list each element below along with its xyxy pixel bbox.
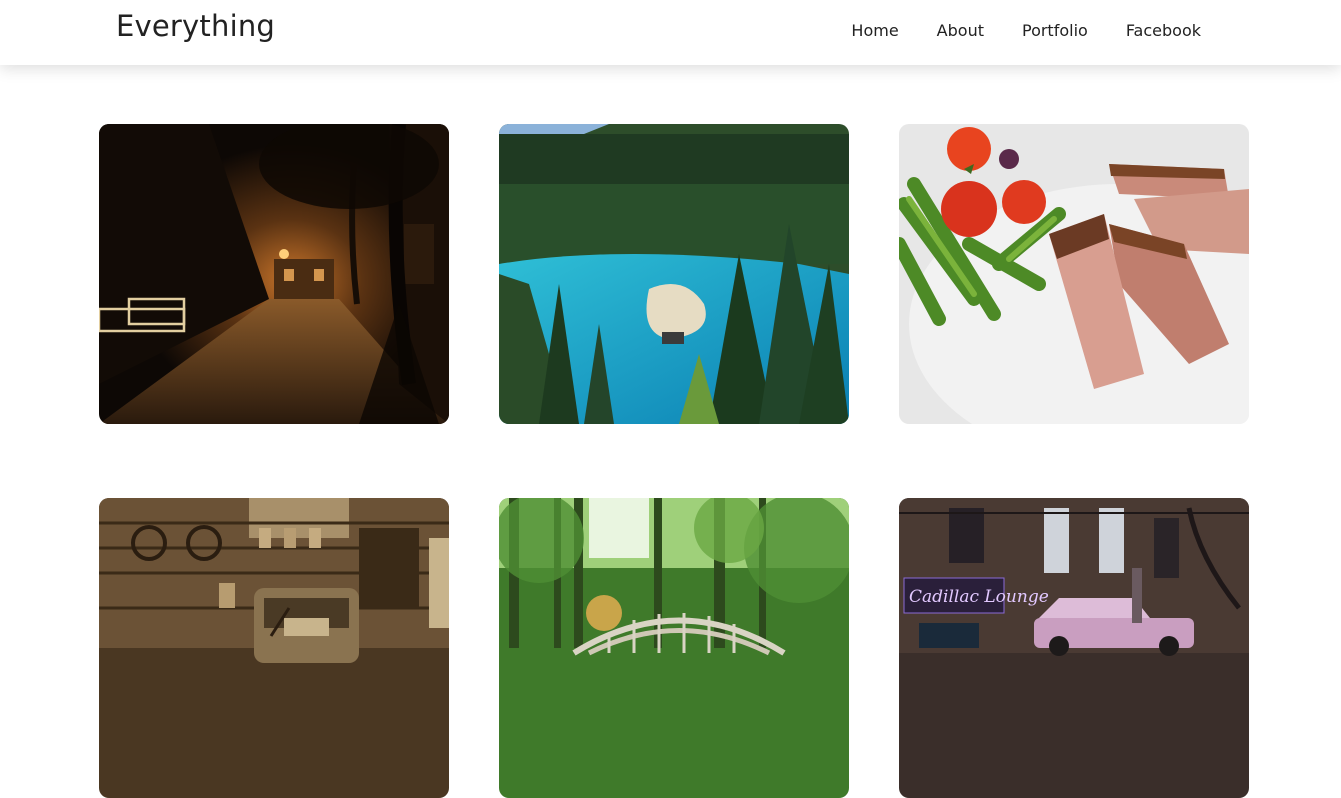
nav-facebook-link[interactable]: Facebook	[1126, 21, 1201, 40]
night-street-photo	[99, 124, 449, 424]
gallery-card-steak-dish[interactable]	[899, 124, 1249, 424]
mountain-lake-photo	[499, 124, 849, 424]
nav-portfolio-link[interactable]: Portfolio	[1022, 21, 1088, 40]
brand-logo[interactable]: Everything	[116, 9, 275, 43]
lounge-neon-sign: Cadillac Lounge	[909, 587, 1049, 607]
gallery-card-mountain-lake[interactable]	[499, 124, 849, 424]
gallery-card-night-street[interactable]	[99, 124, 449, 424]
vintage-garage-photo	[99, 498, 449, 798]
nav-home-link[interactable]: Home	[851, 21, 898, 40]
neon-lounge-photo: Cadillac Lounge	[899, 498, 1249, 798]
forest-bridge-photo	[499, 498, 849, 798]
steak-dish-photo	[899, 124, 1249, 424]
gallery-card-neon-lounge[interactable]: Cadillac Lounge	[899, 498, 1249, 798]
main-nav: Home About Portfolio Facebook	[813, 21, 1201, 40]
gallery-card-vintage-garage[interactable]	[99, 498, 449, 798]
nav-about-link[interactable]: About	[937, 21, 984, 40]
top-navbar: Everything Home About Portfolio Facebook	[0, 0, 1341, 65]
gallery-card-forest-bridge[interactable]	[499, 498, 849, 798]
